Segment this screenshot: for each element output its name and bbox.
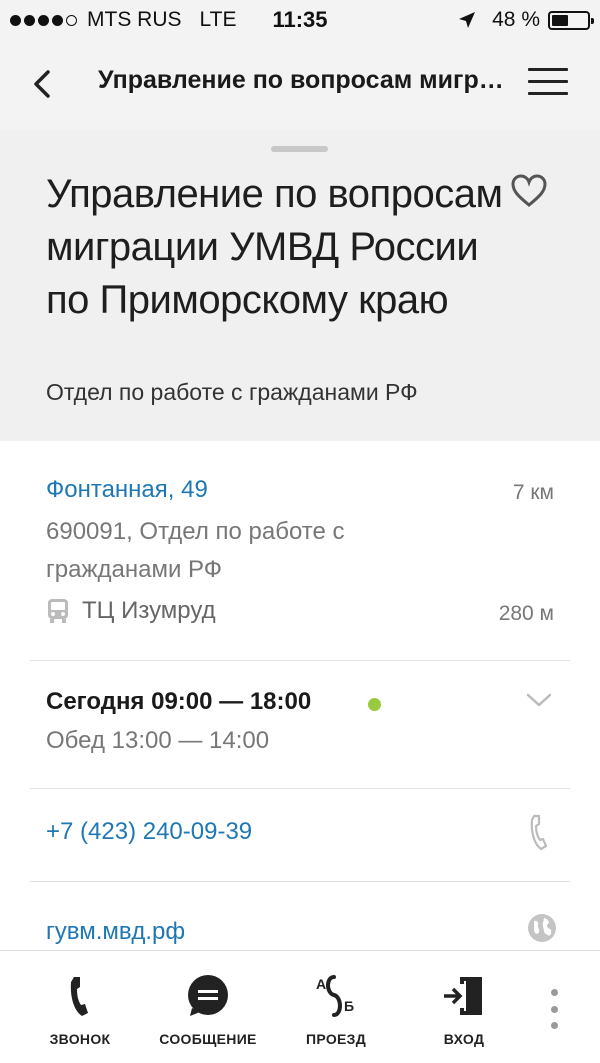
drag-handle[interactable] — [271, 146, 328, 152]
location-arrow-icon — [459, 12, 476, 28]
phone-icon — [70, 977, 88, 1016]
more-dots-icon — [550, 989, 558, 996]
header-card: Управление по вопросам миграции УМВД Рос… — [0, 130, 600, 441]
status-bar: MTS RUS LTE 11:35 48 % — [0, 0, 600, 40]
status-right: 48 % — [458, 8, 594, 32]
open-status-indicator — [368, 698, 381, 711]
entrance-label: ВХОД — [443, 1031, 485, 1047]
route-button[interactable]: А Б ПРОЕЗД — [281, 973, 391, 1047]
phone-button[interactable] — [528, 814, 550, 851]
address-detail: 690091, Отдел по работе с гражданами РФ — [46, 518, 345, 583]
page-title: Управление по вопросам миграции УМВД Рос… — [46, 172, 503, 322]
phone-link[interactable]: +7 (423) 240-09-39 — [46, 818, 252, 846]
address-link[interactable]: Фонтанная, 49 — [46, 476, 208, 504]
message-button[interactable]: СООБЩЕНИЕ — [153, 973, 263, 1047]
entrance-icon — [444, 977, 482, 1015]
menu-button[interactable] — [528, 68, 568, 100]
divider — [30, 788, 570, 789]
chat-bubble-icon — [188, 975, 228, 1016]
hours-today[interactable]: Сегодня 09:00 — 18:00 — [46, 688, 311, 716]
divider — [30, 660, 570, 661]
message-label: СООБЩЕНИЕ — [159, 1031, 257, 1047]
entrance-button[interactable]: ВХОД — [409, 973, 519, 1047]
route-label: ПРОЕЗД — [306, 1031, 366, 1047]
transit-distance: 280 м — [498, 602, 554, 625]
hours-expand-button[interactable] — [526, 690, 552, 710]
svg-text:Б: Б — [344, 998, 354, 1014]
heart-icon — [511, 174, 547, 207]
divider — [30, 881, 570, 882]
globe-icon — [528, 914, 556, 942]
bottom-toolbar: ЗВОНОК СООБЩЕНИЕ А Б ПРОЕЗД ВХОД — [0, 950, 600, 1063]
website-button[interactable] — [526, 912, 558, 944]
battery-percent: 48 % — [492, 8, 540, 31]
svg-text:А: А — [316, 976, 326, 992]
bus-icon — [48, 599, 68, 623]
call-label: ЗВОНОК — [49, 1031, 111, 1047]
menu-icon — [528, 68, 568, 71]
route-icon: А Б — [316, 975, 354, 1017]
nav-title: Управление по вопросам миграции УМВД Рос… — [98, 66, 508, 94]
website-link[interactable]: гувм.мвд.рф — [46, 918, 185, 946]
call-button[interactable]: ЗВОНОК — [25, 973, 135, 1047]
nav-bar: Управление по вопросам миграции УМВД Рос… — [0, 40, 600, 130]
favorite-button[interactable] — [510, 174, 548, 208]
hours-lunch: Обед 13:00 — 14:00 — [46, 727, 270, 754]
more-button[interactable] — [548, 989, 560, 1029]
page-subtitle: Отдел по работе с гражданами РФ — [46, 379, 418, 405]
address-distance: 7 км — [512, 481, 554, 504]
phone-icon — [530, 814, 548, 851]
transit-stop: ТЦ Изумруд — [46, 597, 216, 625]
transit-stop-name: ТЦ Изумруд — [82, 597, 216, 624]
back-button[interactable] — [24, 64, 64, 104]
chevron-down-icon — [526, 693, 552, 707]
chevron-left-icon — [34, 70, 50, 98]
battery-icon — [548, 10, 594, 30]
